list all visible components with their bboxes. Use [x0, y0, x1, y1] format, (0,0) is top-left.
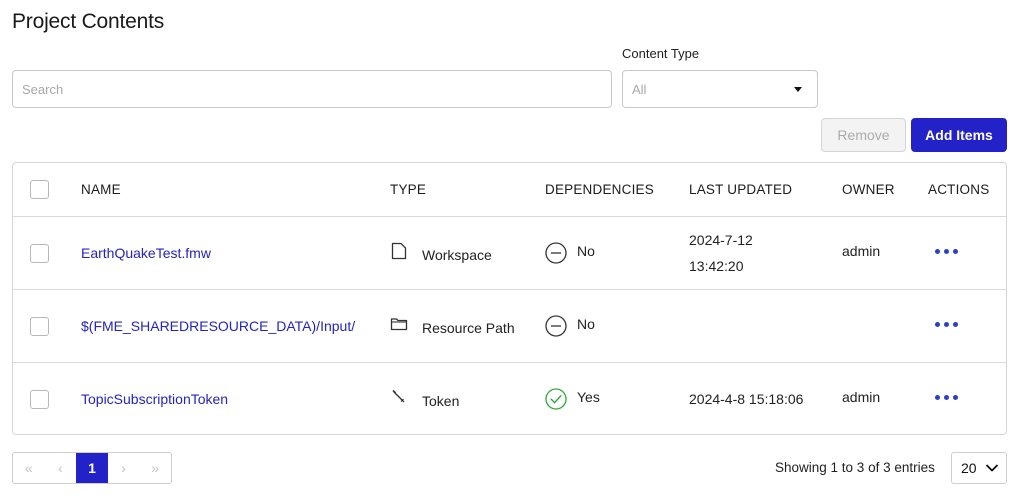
- caret-down-icon: [794, 86, 802, 92]
- last-updated-value: 2024-4-8 15:18:06: [689, 391, 804, 407]
- content-type-select[interactable]: All: [622, 70, 818, 108]
- last-updated-cell: 2024-4-8 15:18:06: [689, 363, 803, 435]
- owner-cell: admin: [842, 217, 880, 289]
- column-header-last-updated[interactable]: LAST UPDATED: [689, 163, 792, 216]
- folder-icon: [390, 315, 412, 333]
- type-cell: Workspace: [390, 217, 492, 289]
- next-page-button[interactable]: ›: [108, 453, 140, 483]
- search-input[interactable]: [12, 70, 612, 108]
- name-cell: TopicSubscriptionToken: [81, 363, 228, 435]
- content-type-selected-value: All: [632, 81, 647, 97]
- item-name-link[interactable]: TopicSubscriptionToken: [81, 391, 228, 407]
- minus-circle-icon: [545, 315, 567, 337]
- dependencies-cell: No: [545, 290, 595, 362]
- dependencies-value: No: [577, 316, 595, 332]
- table-row: $(FME_SHAREDRESOURCE_DATA)/Input/ Resour…: [13, 290, 1006, 363]
- contents-table: NAME TYPE DEPENDENCIES LAST UPDATED OWNE…: [12, 162, 1007, 435]
- current-page-button[interactable]: 1: [76, 453, 108, 483]
- check-circle-icon: [545, 388, 567, 410]
- type-cell: Token: [390, 363, 459, 435]
- minus-circle-icon: [545, 242, 567, 264]
- select-all-checkbox[interactable]: [30, 180, 49, 199]
- type-label: Workspace: [422, 247, 492, 263]
- type-cell: Resource Path: [390, 290, 515, 362]
- last-updated-value: 2024-7-12 13:42:20: [689, 232, 753, 274]
- more-actions-icon[interactable]: [928, 391, 965, 404]
- prev-page-button[interactable]: ‹: [45, 453, 77, 483]
- column-header-owner[interactable]: OWNER: [842, 163, 895, 216]
- column-header-dependencies[interactable]: DEPENDENCIES: [545, 163, 654, 216]
- column-header-type[interactable]: TYPE: [390, 163, 426, 216]
- dependencies-cell: Yes: [545, 363, 600, 435]
- table-header-row: NAME TYPE DEPENDENCIES LAST UPDATED OWNE…: [13, 163, 1006, 217]
- select-all-cell: [30, 163, 49, 216]
- table-row: EarthQuakeTest.fmw Workspace No 2024-7-1…: [13, 217, 1006, 290]
- table-row: TopicSubscriptionToken Token Yes 2024-4-…: [13, 363, 1006, 435]
- row-checkbox[interactable]: [30, 243, 49, 263]
- type-label: Resource Path: [422, 320, 515, 336]
- row-checkbox[interactable]: [30, 316, 49, 336]
- row-select-cell: [30, 217, 49, 289]
- more-actions-icon[interactable]: [928, 318, 965, 331]
- key-icon: [390, 388, 412, 406]
- file-icon: [390, 242, 412, 260]
- actions-cell: [928, 363, 965, 435]
- type-label: Token: [422, 393, 460, 409]
- owner-value: admin: [842, 243, 881, 259]
- add-items-button[interactable]: Add Items: [911, 118, 1007, 152]
- name-cell: $(FME_SHAREDRESOURCE_DATA)/Input/: [81, 290, 355, 362]
- dependencies-cell: No: [545, 217, 595, 289]
- dependencies-value: No: [577, 243, 595, 259]
- column-header-actions: ACTIONS: [928, 182, 990, 197]
- content-type-label: Content Type: [622, 46, 700, 61]
- page-title: Project Contents: [12, 10, 165, 33]
- dependencies-value: Yes: [577, 389, 600, 405]
- remove-button[interactable]: Remove: [821, 118, 906, 152]
- chevron-down-icon: [985, 464, 999, 472]
- first-page-button[interactable]: «: [13, 453, 45, 483]
- item-name-link[interactable]: $(FME_SHAREDRESOURCE_DATA)/Input/: [81, 318, 355, 334]
- row-checkbox[interactable]: [30, 389, 49, 409]
- row-select-cell: [30, 363, 49, 435]
- last-page-button[interactable]: »: [139, 453, 171, 483]
- last-updated-cell: 2024-7-12 13:42:20: [689, 217, 753, 289]
- owner-cell: admin: [842, 363, 880, 435]
- actions-cell: [928, 290, 965, 362]
- page-size-select[interactable]: 20: [951, 452, 1007, 484]
- owner-value: admin: [842, 389, 881, 405]
- pagination: « ‹ 1 › »: [12, 452, 172, 484]
- name-cell: EarthQuakeTest.fmw: [81, 217, 211, 289]
- entries-summary: Showing 1 to 3 of 3 entries: [775, 460, 935, 475]
- item-name-link[interactable]: EarthQuakeTest.fmw: [81, 245, 211, 261]
- actions-cell: [928, 217, 965, 289]
- page-size-value: 20: [961, 460, 977, 476]
- row-select-cell: [30, 290, 49, 362]
- column-header-name[interactable]: NAME: [81, 163, 121, 216]
- more-actions-icon[interactable]: [928, 245, 965, 258]
